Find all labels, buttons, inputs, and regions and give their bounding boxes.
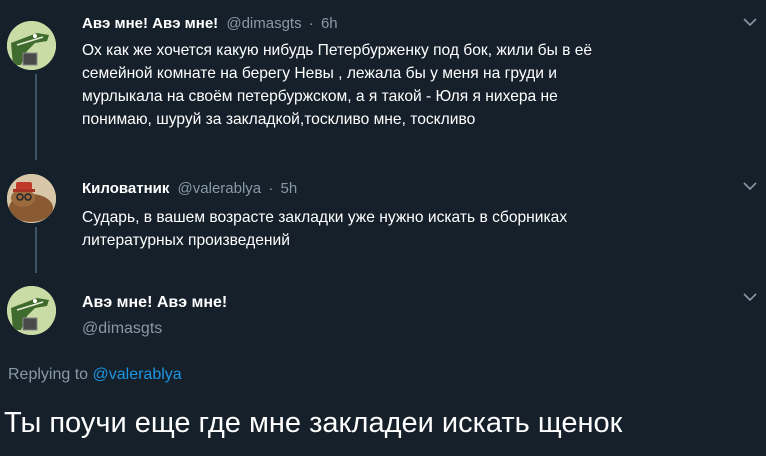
main-tweet-text: Ты поучи еще где мне закладеи искать щен… [4, 407, 623, 439]
separator: · [308, 15, 314, 32]
replying-to: Replying to @valerablya [8, 366, 182, 384]
username[interactable]: @dimasgts [226, 15, 301, 32]
thread-line [35, 74, 37, 160]
display-name[interactable]: Авэ мне! Авэ мне! [82, 293, 227, 313]
avatar[interactable] [7, 174, 56, 223]
tweet-text: Ох как же хочется какую нибудь Петербурж… [82, 42, 593, 128]
chevron-down-icon[interactable] [743, 181, 757, 191]
crocodile-avatar-icon [7, 21, 56, 70]
username[interactable]: @dimasgts [82, 319, 162, 339]
thread-line [35, 227, 37, 273]
timestamp[interactable]: 5h [281, 180, 298, 197]
mention-link[interactable]: @valerablya [93, 366, 182, 383]
tweet-text: Сударь, в вашем возрасте закладки уже ну… [82, 209, 568, 249]
replying-prefix: Replying to [8, 366, 93, 383]
crocodile-avatar-icon [7, 286, 56, 335]
display-name[interactable]: Авэ мне! Авэ мне! [82, 15, 218, 32]
separator: · [268, 180, 274, 197]
tweet-header: Авэ мне! Авэ мне! @dimasgts · 6h [82, 14, 338, 34]
username[interactable]: @valerablya [178, 180, 262, 197]
timestamp[interactable]: 6h [321, 15, 338, 32]
chevron-down-icon[interactable] [743, 292, 757, 302]
avatar[interactable] [7, 21, 56, 70]
avatar[interactable] [7, 286, 56, 335]
chevron-down-icon[interactable] [743, 17, 757, 27]
tweet-header: Киловатник @valerablya · 5h [82, 179, 297, 199]
display-name[interactable]: Киловатник [82, 180, 169, 197]
capybara-avatar-icon [7, 174, 56, 223]
